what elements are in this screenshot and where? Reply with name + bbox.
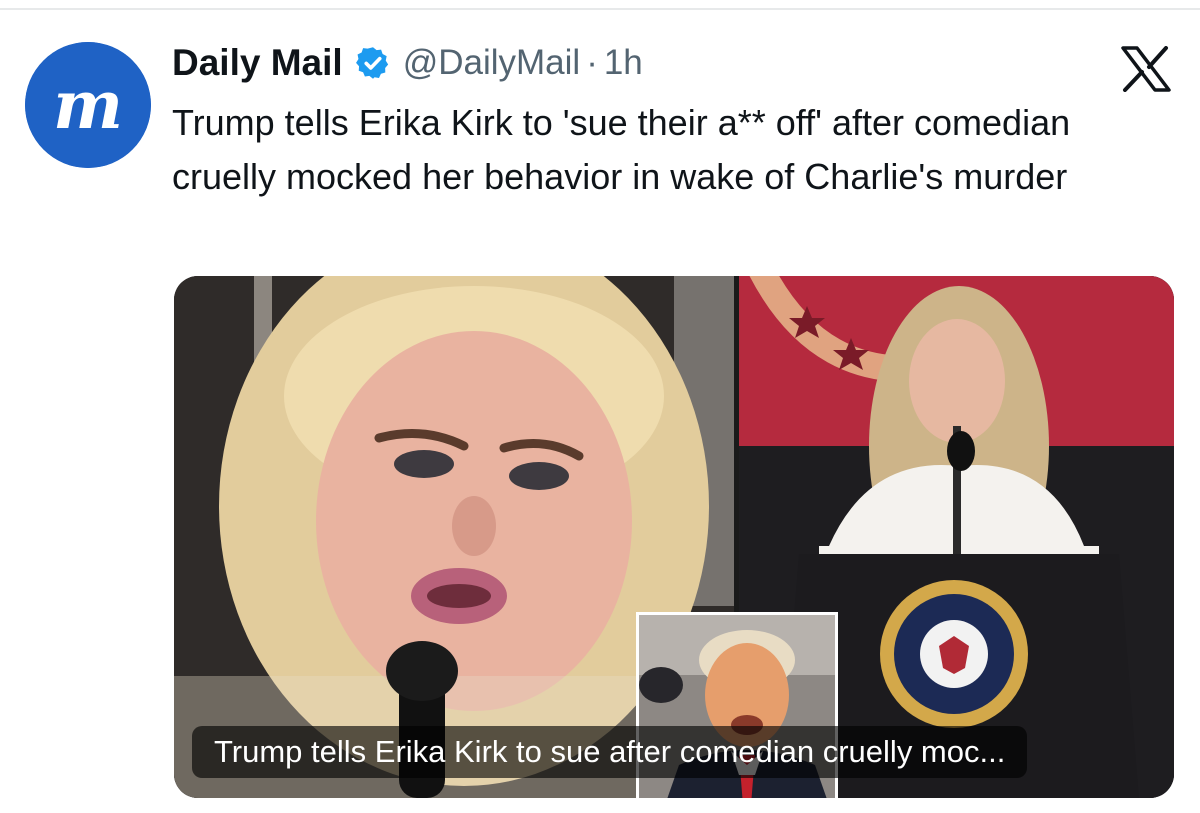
verified-badge-icon[interactable] xyxy=(355,45,391,81)
post-header: Daily Mail @DailyMail · 1h xyxy=(172,40,643,86)
post-time[interactable]: 1h xyxy=(604,43,643,83)
avatar[interactable]: m xyxy=(25,42,151,168)
media-card[interactable]: Trump tells Erika Kirk to sue after come… xyxy=(174,276,1174,798)
daily-mail-logo: m xyxy=(25,42,151,168)
x-logo-icon[interactable] xyxy=(1120,46,1172,92)
meta-separator: · xyxy=(586,43,598,82)
author-name[interactable]: Daily Mail xyxy=(172,42,343,84)
svg-text:m: m xyxy=(53,66,123,144)
author-handle[interactable]: @DailyMail xyxy=(403,43,581,83)
post-text: Trump tells Erika Kirk to 'sue their a**… xyxy=(172,102,1071,197)
top-divider xyxy=(0,8,1200,10)
media-caption: Trump tells Erika Kirk to sue after come… xyxy=(192,726,1028,778)
